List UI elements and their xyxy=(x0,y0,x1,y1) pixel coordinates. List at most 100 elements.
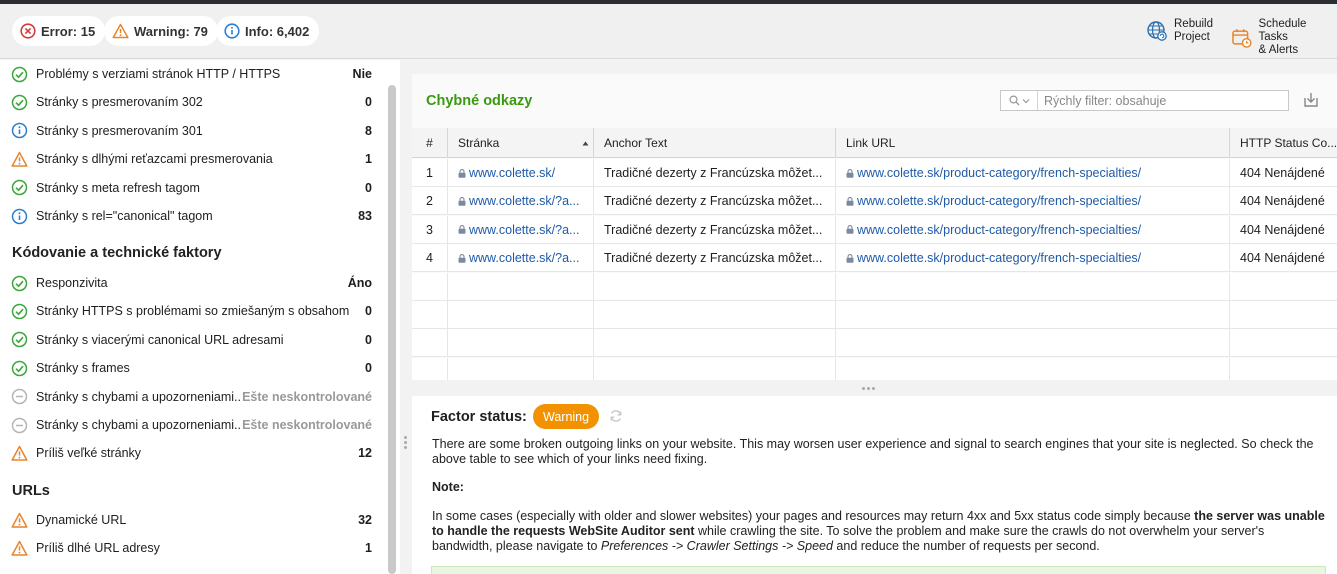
sidebar-factor-value: Ešte neskontrolované xyxy=(242,418,372,432)
table-row[interactable]: 2 www.colette.sk/?a... Tradičné dezerty z … xyxy=(412,187,1337,216)
page-url-link[interactable]: www.colette.sk/?a... xyxy=(458,251,579,265)
sidebar-factor-item[interactable]: Stránky HTTPS s problémami so zmiešaným … xyxy=(11,301,372,321)
column-header-page-label: Stránka xyxy=(458,136,500,150)
calendar-clock-icon xyxy=(1232,28,1252,48)
page-url-link[interactable]: www.colette.sk/?a... xyxy=(458,223,579,237)
broken-links-panel: Chybné odkazy # Stránka Anchor Text Link… xyxy=(412,74,1337,386)
lock-icon xyxy=(846,168,854,178)
cell-anchor: Tradičné dezerty z Francúzska môžet... xyxy=(594,187,836,216)
sidebar-factor-item[interactable]: Stránky s frames 0 xyxy=(11,358,372,378)
cell-num: 2 xyxy=(412,187,448,216)
table-row[interactable]: 3 www.colette.sk/?a... Tradičné dezerty z … xyxy=(412,215,1337,244)
page-url-link[interactable]: www.colette.sk/?a... xyxy=(458,194,579,208)
sidebar-factor-item[interactable]: Stránky s presmerovaním 301 8 xyxy=(11,121,372,141)
column-header-anchor[interactable]: Anchor Text xyxy=(594,128,836,158)
link-url-link[interactable]: www.colette.sk/product-category/french-s… xyxy=(846,166,1141,180)
link-url-link[interactable]: www.colette.sk/product-category/french-s… xyxy=(846,194,1141,208)
column-header-page[interactable]: Stránka xyxy=(448,128,594,158)
chevron-down-icon xyxy=(1022,98,1029,103)
section-title-urls: URLs xyxy=(12,483,50,499)
lock-icon xyxy=(458,225,466,235)
cell-anchor xyxy=(594,301,836,329)
cell-status xyxy=(1230,301,1337,329)
cell-page: www.colette.sk/?a... xyxy=(448,244,594,273)
splitter-grip-dots xyxy=(862,387,875,390)
sidebar-factor-label: Stránky s presmerovaním 301 xyxy=(36,123,203,138)
sidebar-factor-item[interactable]: Stránky s presmerovaním 302 0 xyxy=(11,92,372,112)
page-url-link[interactable]: www.colette.sk/ xyxy=(458,166,555,180)
note-title: Note: xyxy=(432,480,464,494)
sidebar-scrollbar[interactable] xyxy=(388,85,396,574)
warning-triangle-icon xyxy=(11,512,28,529)
warning-count-badge[interactable]: Warning: 79 xyxy=(104,16,218,46)
column-header-number[interactable]: # xyxy=(412,128,448,158)
vertical-splitter[interactable] xyxy=(400,60,412,574)
sidebar-factor-value: 0 xyxy=(365,361,372,376)
rebuild-project-button[interactable]: Rebuild Project xyxy=(1146,18,1213,44)
export-download-icon xyxy=(1304,93,1318,107)
empty-table-row xyxy=(412,329,1337,358)
search-icon xyxy=(1008,95,1019,106)
sidebar-factor-item[interactable]: Problémy s verziami stránok HTTP / HTTPS… xyxy=(11,64,372,84)
check-circle-icon xyxy=(11,66,28,83)
error-count-badge[interactable]: Error: 15 xyxy=(12,16,106,46)
sidebar-factor-value: 83 xyxy=(358,209,372,223)
sidebar-factor-item[interactable]: Stránky s rel="canonical" tagom 83 xyxy=(11,206,372,226)
sidebar-factor-value: 32 xyxy=(358,513,372,527)
check-circle-icon xyxy=(11,94,28,111)
sidebar-factor-item[interactable]: Stránky s chybami a upozorneniami... Ešte… xyxy=(11,415,372,435)
sidebar-factor-item[interactable]: Responzivita Áno xyxy=(11,273,372,293)
cell-num xyxy=(412,301,448,329)
sidebar-factor-value: 8 xyxy=(365,123,372,138)
factor-status-badge: Warning xyxy=(533,404,600,429)
cell-num xyxy=(412,329,448,358)
link-url-link[interactable]: www.colette.sk/product-category/french-s… xyxy=(846,251,1141,265)
table-row[interactable]: 4 www.colette.sk/?a... Tradičné dezerty z … xyxy=(412,244,1337,273)
sidebar-factor-item[interactable]: Stránky s meta refresh tagom 0 xyxy=(11,178,372,198)
cell-link xyxy=(836,272,1230,301)
cell-link: www.colette.sk/product-category/french-s… xyxy=(836,244,1230,273)
sidebar-factor-item[interactable]: Príliš veľké stránky 12 xyxy=(11,443,372,463)
column-header-http-status[interactable]: HTTP Status Co... xyxy=(1230,128,1337,158)
error-circle-icon xyxy=(20,23,36,39)
info-circle-icon xyxy=(11,208,28,225)
horizontal-splitter[interactable] xyxy=(412,380,1337,396)
cell-link xyxy=(836,301,1230,329)
cell-status: 404 Nenájdené xyxy=(1240,194,1325,209)
refresh-icon[interactable] xyxy=(609,409,623,426)
table-row[interactable]: 1 www.colette.sk/Tradičné dezerty z Franc… xyxy=(412,159,1337,187)
cell-anchor: Tradičné dezerty z Francúzska môžet... xyxy=(594,159,836,187)
schedule-tasks-button[interactable]: Schedule Tasks & Alerts xyxy=(1231,18,1337,57)
lock-icon xyxy=(458,196,466,206)
export-button[interactable] xyxy=(1302,91,1320,112)
cell-link xyxy=(836,329,1230,358)
check-circle-icon xyxy=(11,179,28,196)
info-count-badge[interactable]: Info: 6,402 xyxy=(216,16,320,46)
sidebar-factor-label: Stránky HTTPS s problémami so zmiešaným … xyxy=(36,304,350,319)
check-circle-icon xyxy=(11,303,28,320)
neutral-circle-icon xyxy=(11,417,28,434)
sidebar-factor-value: Nie xyxy=(352,67,372,81)
empty-table-row xyxy=(412,301,1337,329)
sidebar-factor-value: 0 xyxy=(365,304,372,319)
table-header: # Stránka Anchor Text Link URL HTTP Stat… xyxy=(412,128,1337,158)
sidebar-factor-item[interactable]: Stránky s chybami a upozorneniami... Ešte… xyxy=(11,387,372,407)
quick-filter-input[interactable] xyxy=(1038,93,1288,108)
cell-status xyxy=(1230,273,1337,301)
check-circle-icon xyxy=(11,331,28,348)
cell-num xyxy=(412,272,448,301)
link-url-link[interactable]: www.colette.sk/product-category/french-s… xyxy=(846,223,1141,237)
sidebar-factor-value: Ešte neskontrolované xyxy=(242,389,372,404)
sidebar-factor-item[interactable]: Príliš dlhé URL adresy 1 xyxy=(11,538,372,558)
sidebar-factor-item[interactable]: Stránky s viacerými canonical URL adresa… xyxy=(11,330,372,350)
column-header-link-url[interactable]: Link URL xyxy=(836,128,1230,158)
sidebar-factor-value: 0 xyxy=(365,332,372,347)
cell-status: 404 Nenájdené xyxy=(1240,166,1325,180)
sidebar-factor-item[interactable]: Stránky s dlhými reťazcami presmerovania… xyxy=(11,149,372,169)
sidebar-factor-item[interactable]: Dynamické URL 32 xyxy=(11,510,372,530)
cell-link: www.colette.sk/product-category/french-s… xyxy=(836,187,1230,216)
filter-mode-dropdown[interactable] xyxy=(1001,91,1038,110)
factor-status-panel: Factor status: Warning There are some br… xyxy=(412,396,1337,574)
note-text-part3: and reduce the number of requests per se… xyxy=(832,539,1100,553)
cell-link: www.colette.sk/product-category/french-s… xyxy=(836,215,1230,244)
